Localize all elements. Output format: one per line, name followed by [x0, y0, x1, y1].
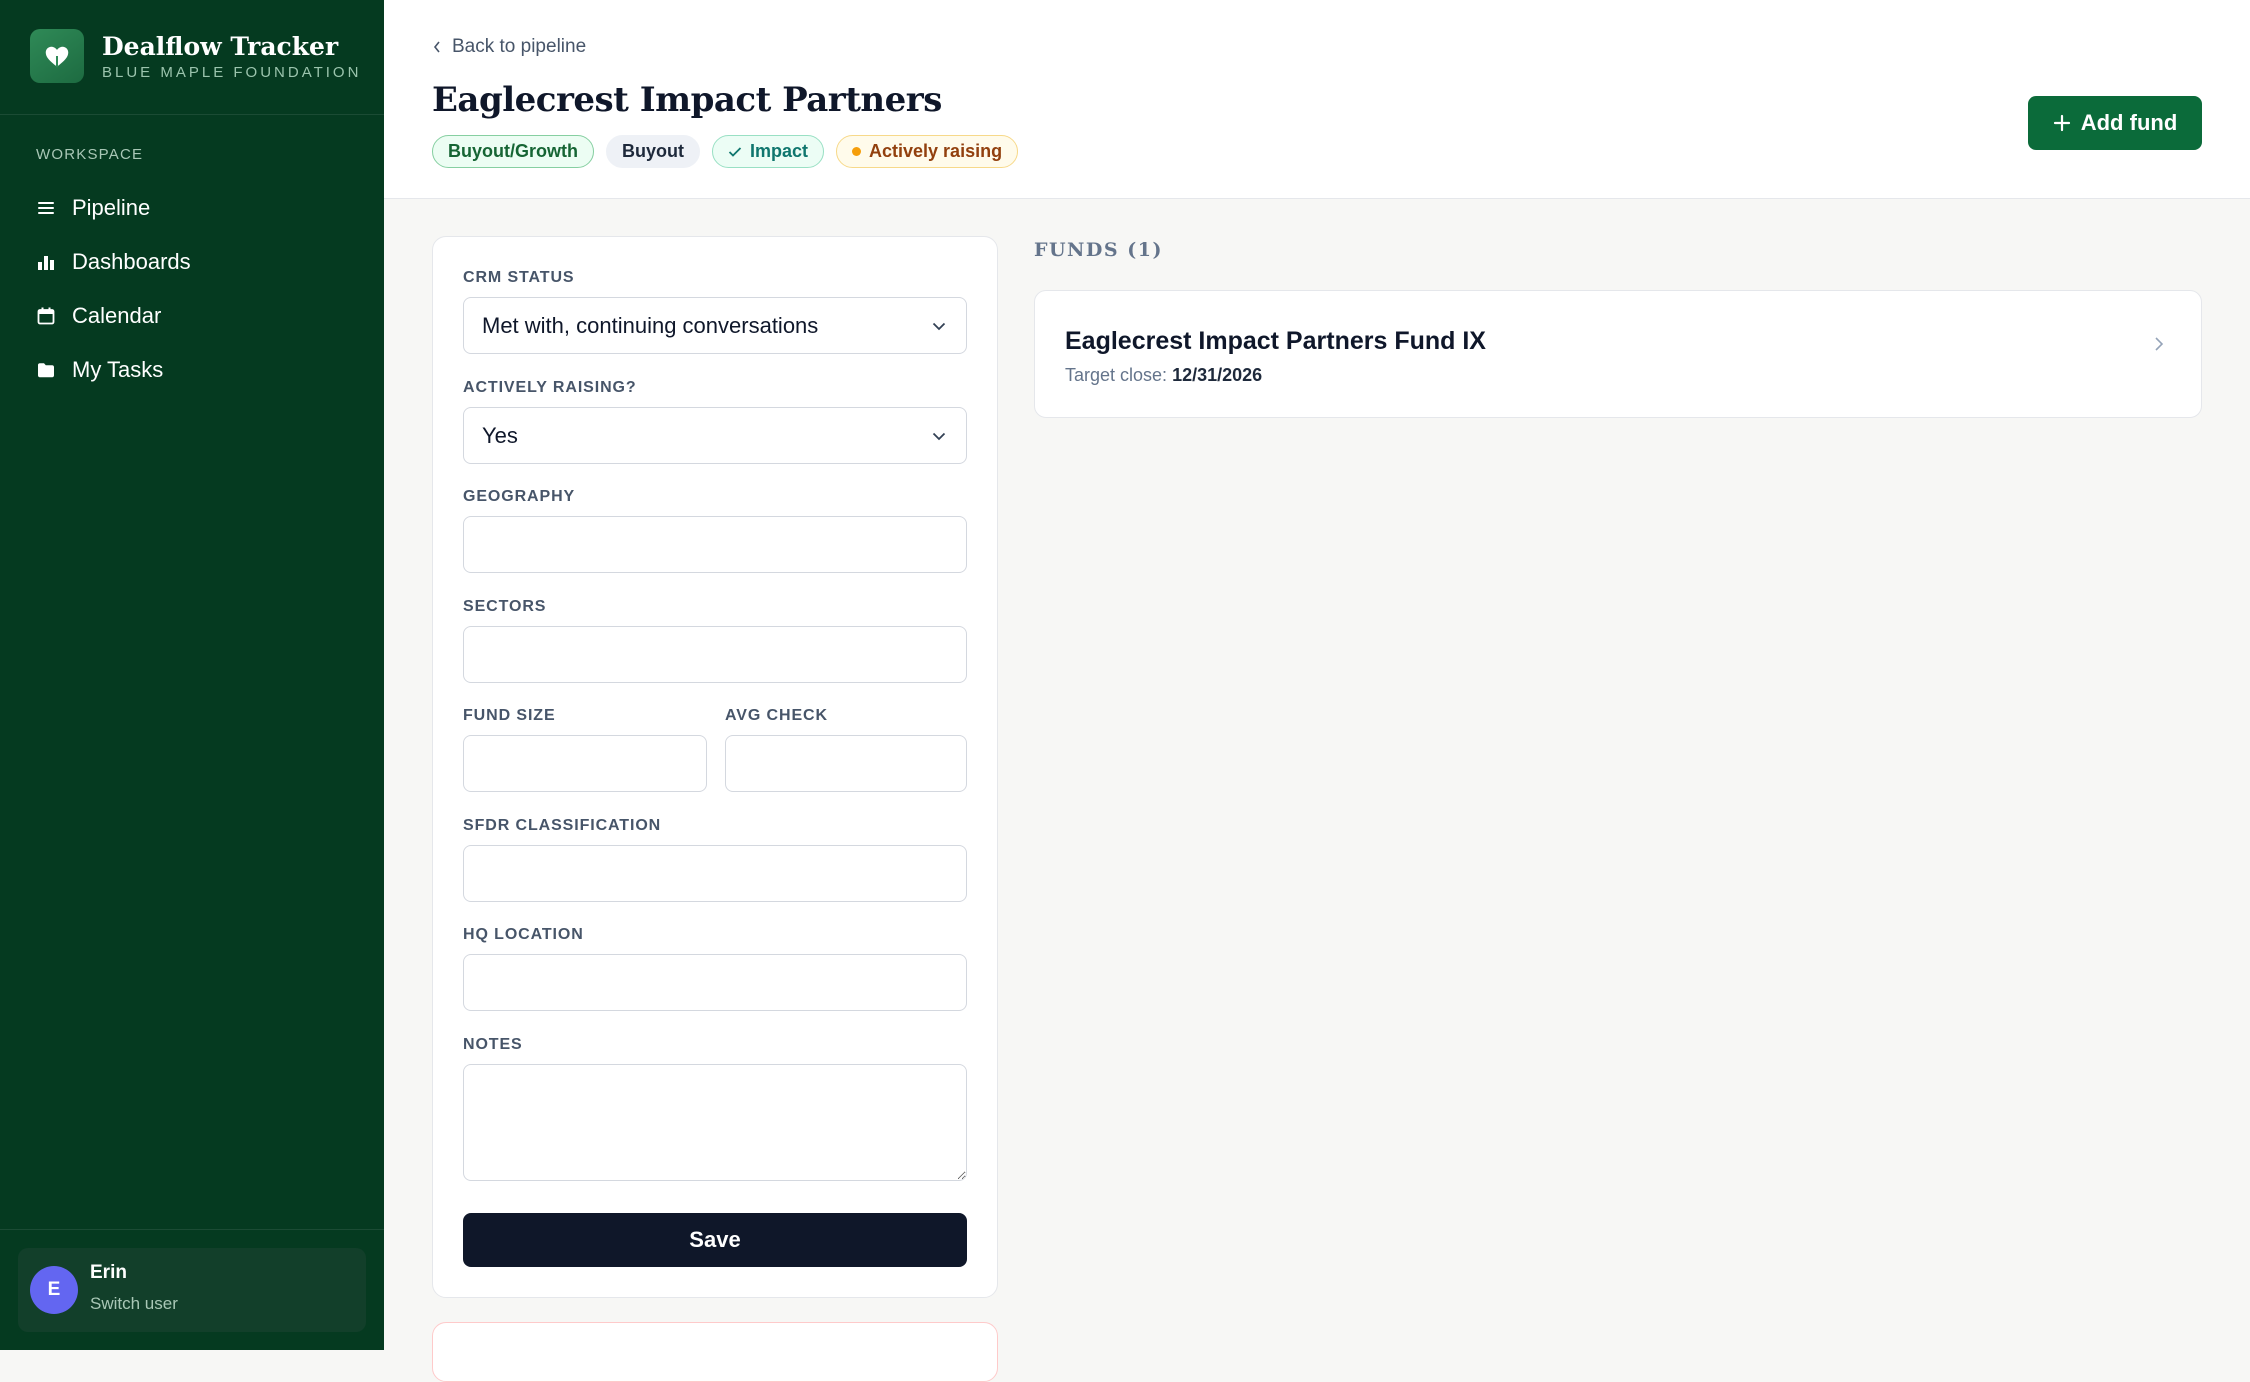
chevron-down-icon: [932, 432, 946, 441]
back-to-pipeline-link[interactable]: Back to pipeline: [432, 36, 586, 58]
tag-list: Buyout/Growth Buyout Impact Actively rai…: [432, 135, 1019, 168]
user-name: Erin: [90, 1262, 127, 1283]
sidebar-item-label: My Tasks: [72, 357, 164, 382]
crm-status-select[interactable]: Met with, continuing conversations: [463, 297, 967, 354]
list-icon: [38, 202, 54, 214]
sfdr-classification-input[interactable]: [463, 845, 967, 902]
chevron-right-icon: [2155, 337, 2164, 351]
sidebar-item-label: Dashboards: [72, 249, 191, 274]
check-icon: [728, 146, 742, 157]
actively-raising-value: Yes: [482, 422, 518, 448]
fund-size-input[interactable]: [463, 735, 707, 792]
tag-label: Buyout/Growth: [448, 141, 578, 161]
secondary-card: [432, 1322, 998, 1382]
notes-textarea[interactable]: [463, 1064, 967, 1181]
sfdr-classification-label: SFDR CLASSIFICATION: [463, 817, 662, 834]
switch-user-card[interactable]: E Erin Switch user: [18, 1248, 366, 1332]
actively-raising-select[interactable]: Yes: [463, 407, 967, 464]
strategy-tag: Buyout/Growth: [432, 135, 594, 168]
tag-label: Actively raising: [869, 141, 1003, 161]
tag-label: Impact: [749, 141, 809, 161]
sidebar: Dealflow Tracker BLUE MAPLE FOUNDATION W…: [0, 0, 384, 1350]
sectors-label: SECTORS: [463, 598, 547, 615]
actively-raising-label: ACTIVELY RAISING?: [463, 379, 637, 396]
sidebar-item-dashboards[interactable]: Dashboards: [24, 239, 360, 285]
target-close-date: 12/31/2026: [1172, 365, 1263, 385]
crm-status-label: CRM STATUS: [463, 269, 575, 286]
app-title: Dealflow Tracker: [102, 32, 339, 61]
chevron-left-icon: [433, 41, 440, 53]
fund-name: Eaglecrest Impact Partners Fund IX: [1065, 327, 1486, 355]
sidebar-item-label: Pipeline: [72, 195, 151, 220]
geography-label: GEOGRAPHY: [463, 488, 576, 505]
bar-chart-icon: [38, 256, 54, 270]
crm-status-value: Met with, continuing conversations: [482, 312, 819, 338]
type-tag: Buyout: [605, 135, 700, 168]
add-fund-button[interactable]: Add fund: [2028, 96, 2202, 150]
target-close-label: Target close:: [1065, 365, 1168, 385]
notes-label: NOTES: [463, 1036, 523, 1053]
status-dot-icon: [852, 147, 862, 156]
org-name: BLUE MAPLE FOUNDATION: [102, 64, 362, 81]
fund-card[interactable]: Eaglecrest Impact Partners Fund IX Targe…: [1034, 290, 2202, 418]
funds-heading: FUNDS (1): [1034, 239, 1163, 261]
avg-check-input[interactable]: [725, 735, 967, 792]
add-fund-label: Add fund: [2080, 110, 2178, 135]
page-header: Back to pipeline Eaglecrest Impact Partn…: [384, 0, 2250, 199]
sectors-input[interactable]: [463, 626, 967, 683]
sidebar-item-my-tasks[interactable]: My Tasks: [24, 347, 360, 393]
back-link-label: Back to pipeline: [452, 36, 587, 57]
save-button[interactable]: Save: [463, 1213, 967, 1267]
geography-input[interactable]: [463, 516, 967, 573]
sidebar-item-pipeline[interactable]: Pipeline: [24, 185, 360, 231]
avatar: E: [30, 1266, 78, 1314]
sidebar-divider: [0, 1229, 384, 1230]
sidebar-item-label: Calendar: [72, 303, 162, 328]
fund-manager-form: CRM STATUS Met with, continuing conversa…: [432, 236, 998, 1298]
hq-location-input[interactable]: [463, 954, 967, 1011]
sidebar-item-calendar[interactable]: Calendar: [24, 293, 360, 339]
workspace-label: WORKSPACE: [36, 146, 144, 163]
hq-location-label: HQ LOCATION: [463, 926, 584, 943]
fund-size-label: FUND SIZE: [463, 707, 556, 724]
fund-target-close: Target close: 12/31/2026: [1065, 365, 1262, 386]
switch-user-link[interactable]: Switch user: [90, 1294, 178, 1314]
chevron-down-icon: [932, 322, 946, 331]
brand: Dealflow Tracker BLUE MAPLE FOUNDATION: [0, 0, 384, 115]
raising-status-badge: Actively raising: [836, 135, 1019, 168]
heart-logo-icon: [30, 29, 84, 83]
plus-icon: [2053, 114, 2070, 132]
page-title: Eaglecrest Impact Partners: [432, 80, 942, 120]
impact-tag: Impact: [711, 135, 825, 168]
avg-check-label: AVG CHECK: [725, 707, 828, 724]
folder-icon: [38, 363, 54, 378]
calendar-icon: [37, 307, 55, 325]
tag-label: Buyout: [621, 141, 684, 161]
